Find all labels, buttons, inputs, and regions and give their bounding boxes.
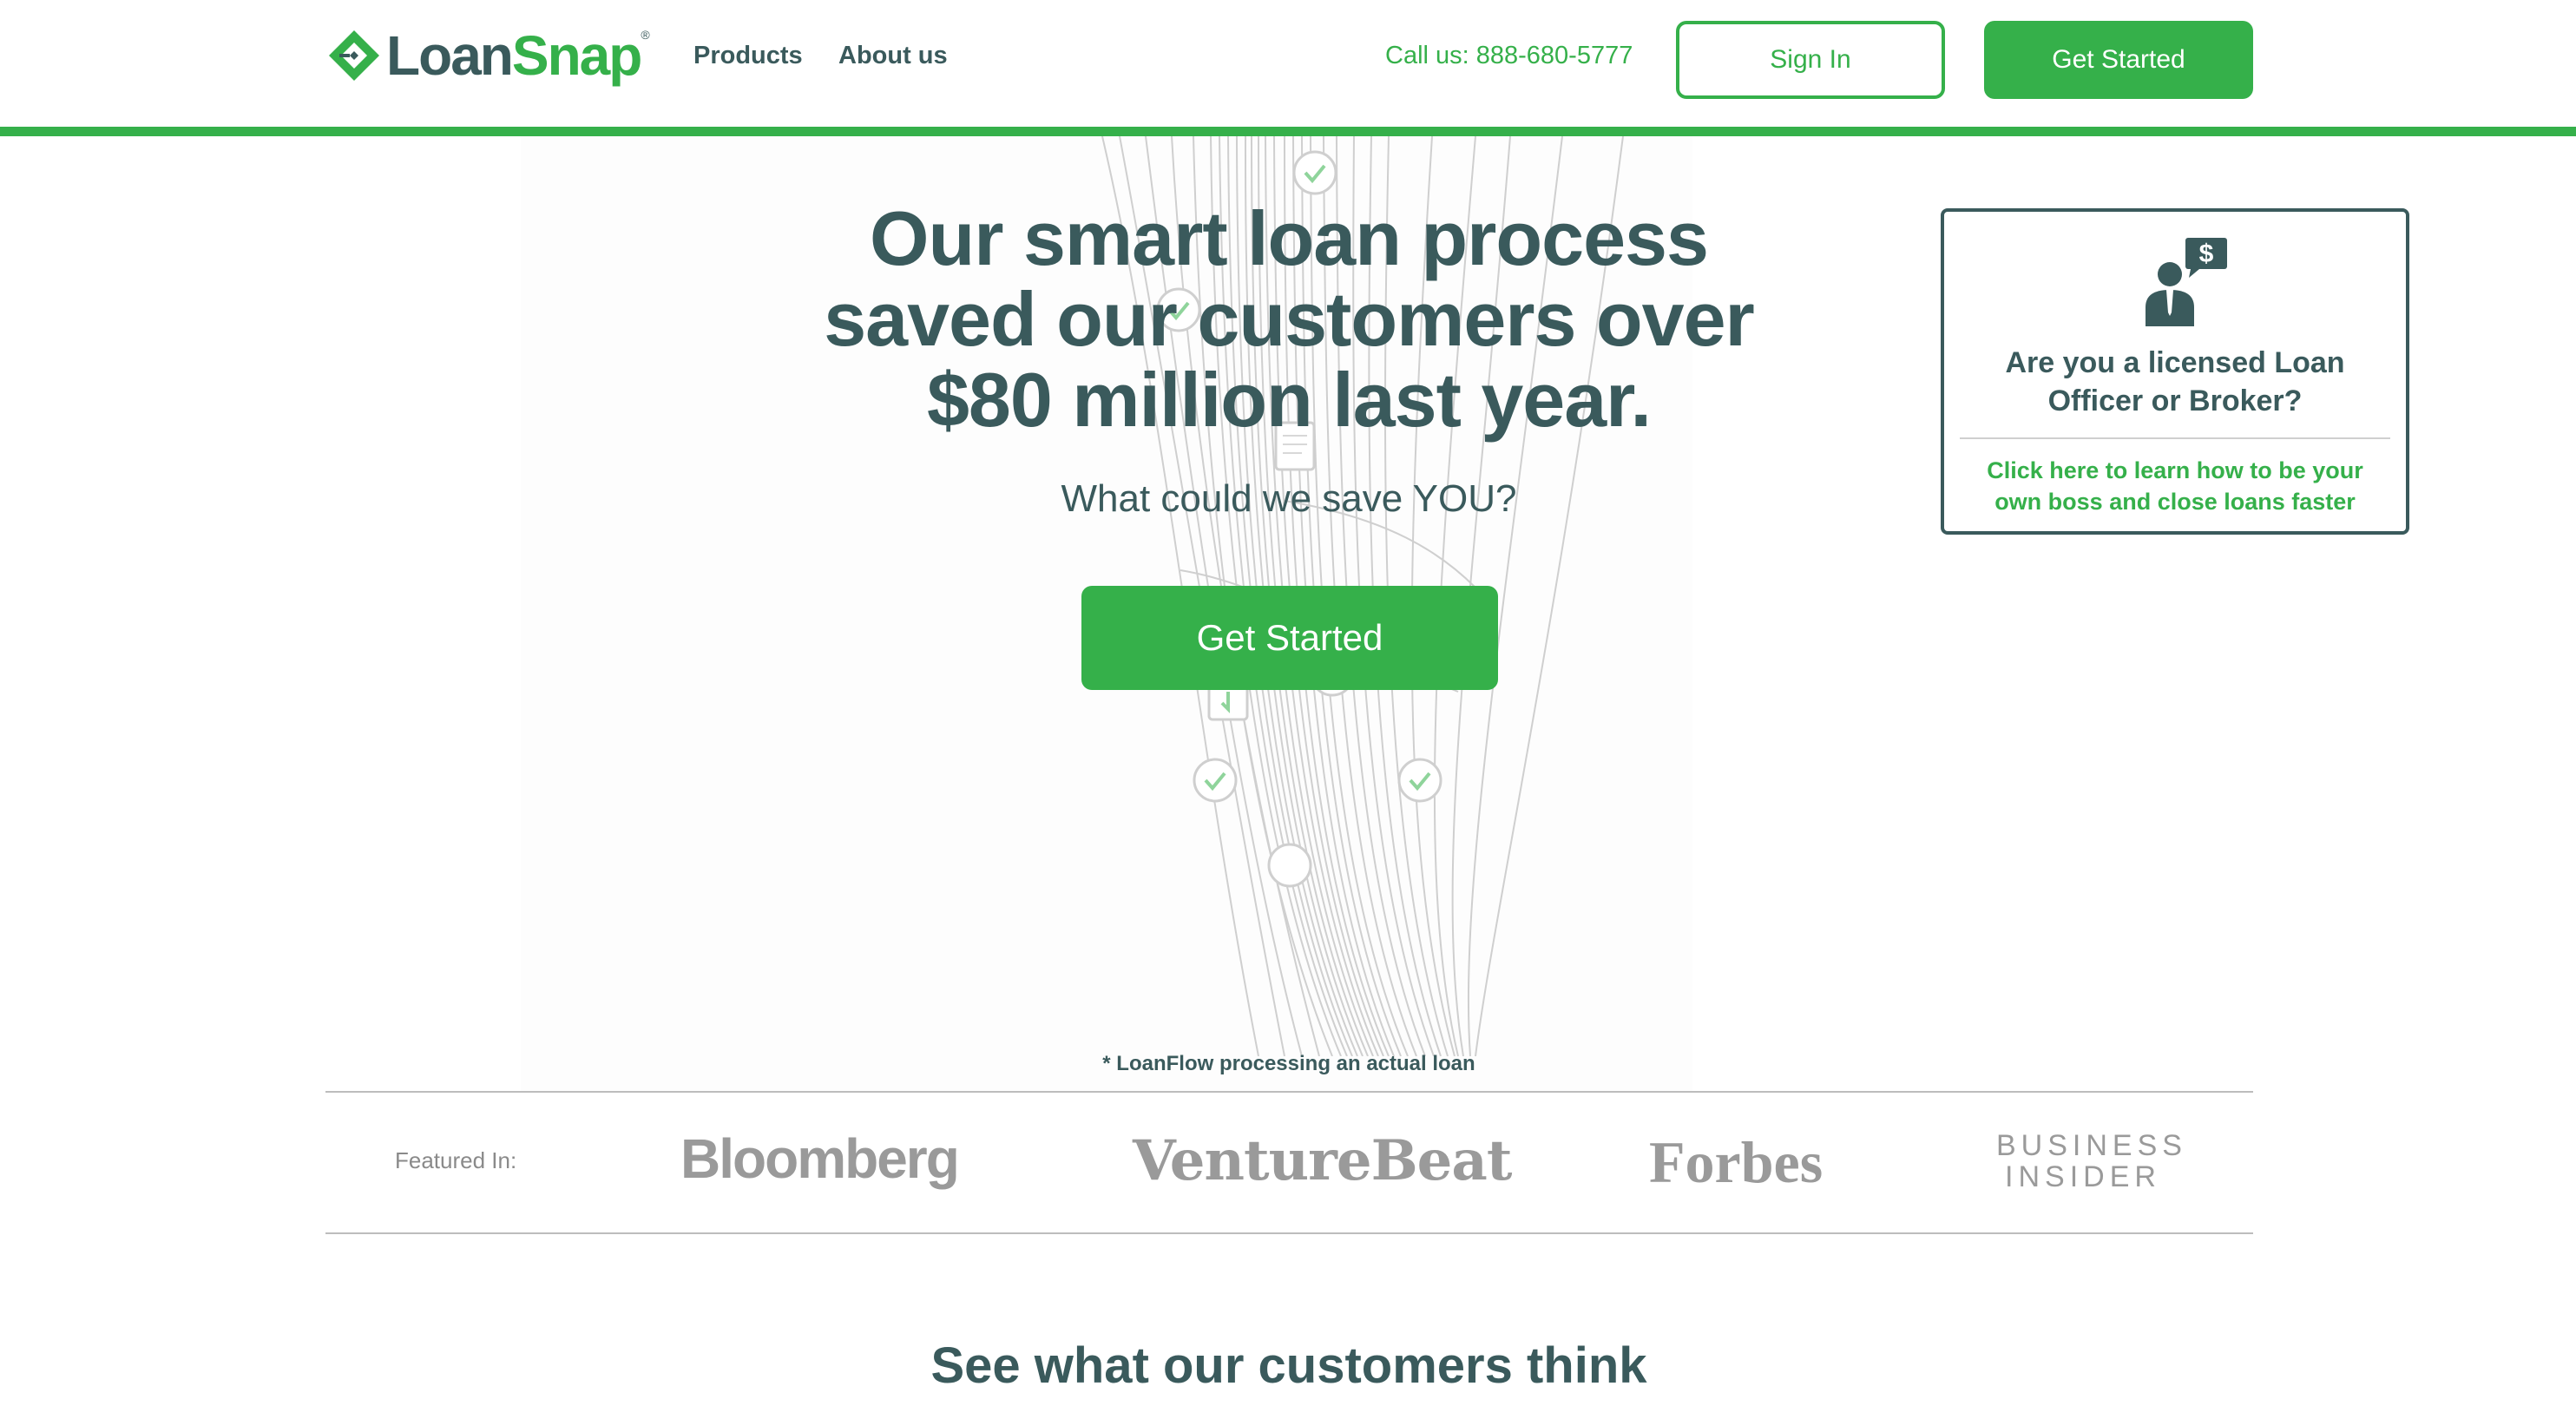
featured-divider-bottom [325, 1232, 2253, 1234]
loan-officer-card[interactable]: $ Are you a licensed Loan Officer or Bro… [1941, 208, 2409, 535]
site-header: LoanSnap ® Products About us Call us: 88… [0, 0, 2576, 127]
card-divider [1960, 437, 2390, 439]
logo-diamond-icon [329, 30, 379, 81]
hero-headline-line1: Our smart loan process [870, 195, 1709, 281]
venturebeat-logo: VentureBeat [1133, 1128, 1512, 1193]
logo-text-snap: Snap [511, 24, 642, 87]
logo-wordmark: LoanSnap [386, 28, 642, 83]
loan-officer-question: Are you a licensed Loan Officer or Broke… [2005, 346, 2345, 417]
featured-divider-top [325, 1091, 2253, 1093]
business-insider-logo: BUSINESS INSIDER [1996, 1130, 2182, 1193]
nav-about-us-link[interactable]: About us [838, 42, 948, 70]
featured-in-label: Featured In: [395, 1147, 517, 1173]
nav-products-link[interactable]: Products [693, 42, 803, 70]
business-insider-line1: BUSINESS [1996, 1129, 2187, 1162]
loansnap-logo[interactable]: LoanSnap ® [325, 24, 650, 87]
logo-registered-mark: ® [641, 28, 650, 42]
forbes-logo: Forbes [1649, 1129, 1824, 1195]
header-accent-bar [0, 127, 2576, 136]
bloomberg-logo: Bloomberg [680, 1127, 960, 1190]
loanflow-caption: * LoanFlow processing an actual loan [1102, 1052, 1475, 1075]
hero-headline: Our smart loan process saved our custome… [764, 198, 1814, 440]
logo-text-loan: Loan [386, 24, 514, 87]
header-get-started-button[interactable]: Get Started [1984, 21, 2253, 99]
hero-headline-line2: saved our customers over [824, 276, 1755, 362]
business-insider-line2: INSIDER [2005, 1160, 2161, 1193]
hero-get-started-button[interactable]: Get Started [1081, 586, 1498, 690]
sign-in-button[interactable]: Sign In [1676, 21, 1945, 99]
loan-officer-learn-more-link[interactable]: Click here to learn how to be your own b… [1962, 455, 2389, 517]
loan-officer-icon: $ [2146, 238, 2227, 326]
hero-subtitle: What could we save YOU? [1061, 477, 1517, 520]
call-us-phone-link[interactable]: Call us: 888-680-5777 [1385, 42, 1633, 70]
testimonials-heading: See what our customers think [930, 1337, 1647, 1394]
hero-headline-line3: $80 million last year. [926, 357, 1652, 443]
dollar-sign-icon: $ [2199, 240, 2214, 268]
